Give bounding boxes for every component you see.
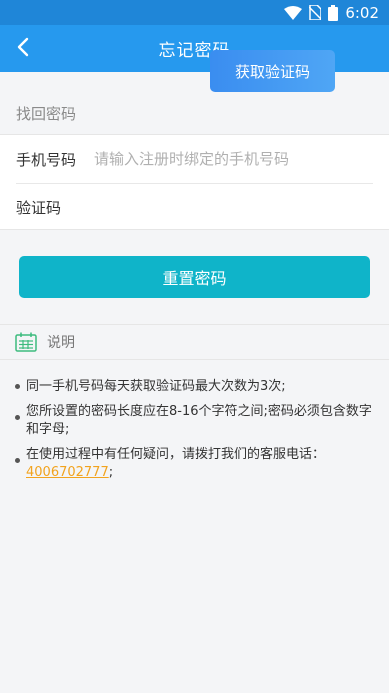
note-text: 在使用过程中有任何疑问，请拨打我们的客服电话： <box>26 447 326 462</box>
notes-header: 说明 <box>0 324 389 360</box>
note-text: 同一手机号码每天获取验证码最大次数为3次; <box>26 379 286 394</box>
reset-password-button[interactable]: 重置密码 <box>19 256 370 298</box>
list-item: 在使用过程中有任何疑问，请拨打我们的客服电话： 4006702777; <box>14 446 374 482</box>
bullet <box>15 415 20 420</box>
phone-label: 手机号码 <box>16 150 77 169</box>
list-item: 同一手机号码每天获取验证码最大次数为3次; <box>14 378 374 396</box>
note-suffix: ; <box>108 465 114 480</box>
recover-form: 手机号码 验证码 <box>0 134 389 230</box>
back-button[interactable] <box>8 33 38 65</box>
notes-title: 说明 <box>47 335 75 351</box>
code-label: 验证码 <box>16 198 62 217</box>
service-phone-link[interactable]: 4006702777 <box>26 465 109 480</box>
get-code-button[interactable]: 获取验证码 <box>210 50 335 92</box>
note-text: 您所设置的密码长度应在8-16个字符之间;密码必须包含数字和字母; <box>26 404 372 437</box>
chevron-left-icon <box>16 37 30 61</box>
battery-icon <box>328 4 339 21</box>
phone-input[interactable] <box>94 144 364 174</box>
notes-list: 同一手机号码每天获取验证码最大次数为3次; 您所设置的密码长度应在8-16个字符… <box>14 378 374 489</box>
calendar-list-icon <box>15 332 37 356</box>
phone-row: 手机号码 <box>0 135 389 183</box>
bullet <box>15 384 20 389</box>
code-row: 验证码 <box>0 183 389 231</box>
no-sim-icon <box>309 5 322 20</box>
list-item: 您所设置的密码长度应在8-16个字符之间;密码必须包含数字和字母; <box>14 403 374 439</box>
wifi-icon <box>284 5 303 20</box>
section-label: 找回密码 <box>16 105 77 123</box>
bullet <box>15 458 20 463</box>
status-bar: 6:02 <box>0 0 389 25</box>
status-time: 6:02 <box>345 3 379 22</box>
